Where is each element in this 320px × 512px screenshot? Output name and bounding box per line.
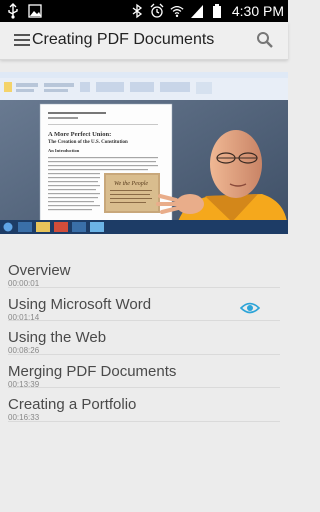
chapter-time: 00:16:33 <box>8 413 40 422</box>
doc-heading-1: A More Perfect Union: <box>48 131 111 138</box>
wifi-icon <box>170 6 184 18</box>
menu-icon[interactable] <box>14 33 30 47</box>
chapter-title: Using Microsoft Word <box>8 295 152 313</box>
video-player[interactable]: A More Perfect Union: The Creation of th… <box>0 72 288 234</box>
chapter-title: Overview <box>8 262 71 279</box>
signal-icon <box>190 5 203 18</box>
app-bar: Creating PDF Documents <box>0 22 288 60</box>
list-item[interactable]: Creating a Portfolio 00:16:33 <box>8 388 280 422</box>
chapter-title: Creating a Portfolio <box>8 396 137 413</box>
doc-heading-2: The Creation of the U.S. Constitution <box>48 140 128 145</box>
list-item[interactable]: Using the Web 00:08:26 <box>8 321 280 355</box>
video-frame: A More Perfect Union: The Creation of th… <box>0 72 288 234</box>
doc-subheading: An Introduction <box>48 148 80 153</box>
image-icon <box>28 4 42 18</box>
usb-icon <box>8 3 18 19</box>
battery-icon <box>212 4 221 18</box>
chapter-title: Merging PDF Documents <box>8 362 177 380</box>
chapter-title: Using the Web <box>8 329 107 346</box>
list-item[interactable]: Using Microsoft Word 00:01:14 <box>8 288 280 322</box>
alarm-icon <box>150 3 164 18</box>
page-title: Creating PDF Documents <box>32 31 215 48</box>
doc-image-caption: We the People <box>114 181 148 187</box>
bluetooth-icon <box>132 3 142 19</box>
chapter-list: Overview 00:00:01 Using Microsoft Word 0… <box>0 254 288 422</box>
search-icon[interactable] <box>256 31 274 49</box>
eye-icon <box>240 302 260 313</box>
status-time: 4:30 PM <box>231 3 284 19</box>
list-item[interactable]: Overview 00:00:01 <box>8 254 280 288</box>
list-item[interactable]: Merging PDF Documents 00:13:39 <box>8 355 280 389</box>
status-bar: 4:30 PM <box>0 0 288 22</box>
